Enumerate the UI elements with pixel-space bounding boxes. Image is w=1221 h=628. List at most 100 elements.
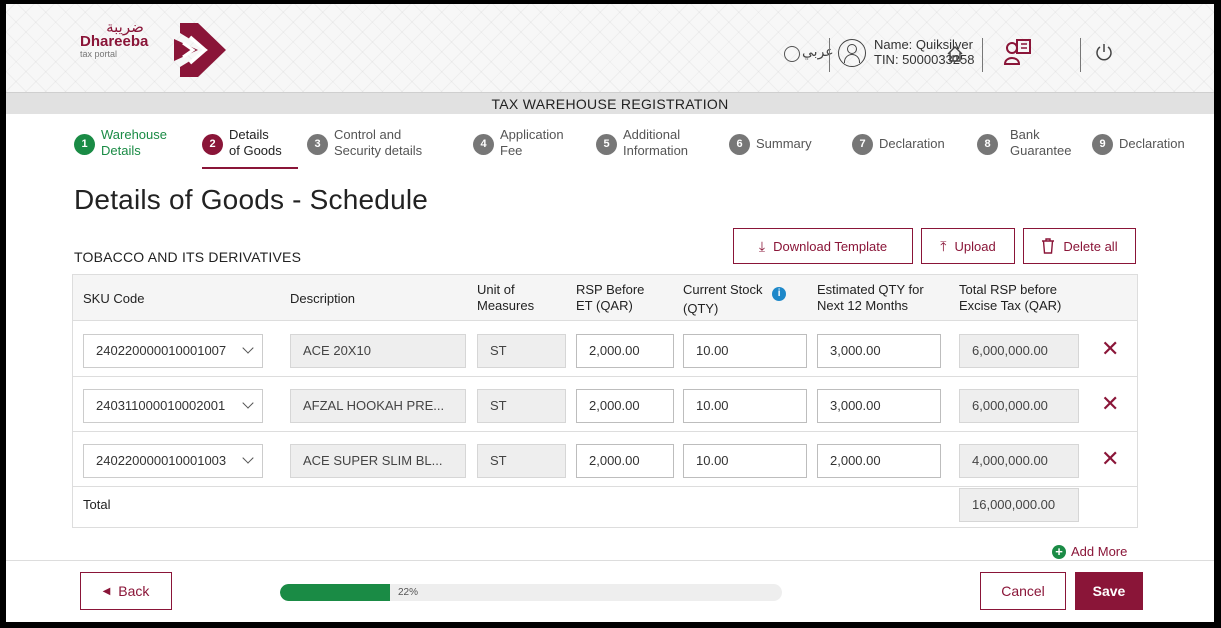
step-label: Application Fee	[500, 127, 564, 158]
upload-label: Upload	[954, 238, 996, 254]
rsp-input[interactable]: 2,000.00	[576, 334, 674, 368]
table-header: SKU Code Description Unit of Measures RSP…	[73, 275, 1137, 321]
step-number: 9	[1092, 134, 1113, 155]
step-label: Bank Guarantee	[1010, 127, 1072, 158]
progress-bar	[280, 584, 782, 601]
unit-field: ST	[477, 444, 566, 478]
delete-row-icon[interactable]: ✕	[1101, 394, 1119, 416]
progress-fill	[280, 584, 391, 601]
upload-button[interactable]: ⤒ Upload	[921, 228, 1015, 264]
save-button[interactable]: Save	[1075, 572, 1143, 610]
chevron-down-icon	[242, 397, 254, 409]
total-rsp-field: 6,000,000.00	[959, 334, 1079, 368]
rsp-input[interactable]: 2,000.00	[576, 444, 674, 478]
total-rsp-field: 6,000,000.00	[959, 389, 1079, 423]
column-header-estimated: Estimated QTY for Next 12 Months	[817, 282, 924, 313]
download-template-label: Download Template	[773, 238, 888, 254]
stock-input[interactable]: 10.00	[683, 334, 807, 368]
brand-name-arabic: ضريبة	[106, 18, 144, 36]
user-icon	[838, 39, 866, 67]
power-icon[interactable]	[1094, 42, 1114, 62]
cancel-button[interactable]: Cancel	[980, 572, 1066, 610]
bookmark-icon[interactable]	[1003, 38, 1033, 68]
header-divider	[829, 38, 830, 72]
caret-left-icon: ◀	[102, 585, 111, 597]
column-header-unit: Unit of Measures	[477, 282, 535, 313]
active-step-indicator	[202, 167, 298, 169]
page-banner: TAX WAREHOUSE REGISTRATION	[6, 92, 1214, 114]
header-divider	[982, 38, 983, 72]
download-icon: ⤓	[758, 237, 766, 254]
step-label: Control and Security details	[334, 127, 423, 158]
table-row: 240220000010001003 ACE SUPER SLIM BL... …	[73, 433, 1137, 487]
chevron-down-icon	[242, 342, 254, 354]
sku-select[interactable]: 240220000010001007	[83, 334, 263, 368]
column-header-description: Description	[290, 291, 356, 306]
brand-tagline: tax portal	[80, 49, 118, 59]
delete-all-label: Delete all	[1063, 238, 1118, 254]
unit-field: ST	[477, 334, 566, 368]
unit-field: ST	[477, 389, 566, 423]
table-row: 240311000010002001 AFZAL HOOKAH PRE... S…	[73, 378, 1137, 432]
header-divider	[1080, 38, 1081, 72]
step-number: 5	[596, 134, 617, 155]
back-button[interactable]: ◀ Back	[80, 572, 172, 610]
add-more-label: Add More	[1071, 544, 1128, 559]
description-field: ACE SUPER SLIM BL...	[290, 444, 466, 478]
total-row: Total 16,000,000.00	[73, 483, 1137, 527]
top-header: ضريبة Dhareeba tax portal عربي Name: Qui…	[6, 4, 1214, 92]
sku-select[interactable]: 240220000010001003	[83, 444, 263, 478]
brand-mark-icon	[174, 23, 226, 77]
column-header-rsp: RSP Before ET (QAR)	[576, 282, 645, 313]
progress-text: 22%	[398, 587, 419, 598]
description-field: AFZAL HOOKAH PRE...	[290, 389, 466, 423]
globe-icon[interactable]	[784, 46, 800, 62]
page-title: Details of Goods - Schedule	[74, 184, 429, 215]
grand-total-field: 16,000,000.00	[959, 488, 1079, 522]
goods-table: SKU Code Description Unit of Measures RSP…	[72, 274, 1138, 528]
stock-input[interactable]: 10.00	[683, 389, 807, 423]
step-number: 7	[852, 134, 873, 155]
brand-logo[interactable]: ضريبة Dhareeba tax portal	[80, 18, 170, 60]
app-frame: ضريبة Dhareeba tax portal عربي Name: Qui…	[6, 4, 1214, 622]
brand-name: Dhareeba	[80, 33, 149, 50]
upload-icon: ⤒	[940, 237, 947, 254]
column-header-total-rsp: Total RSP before Excise Tax (QAR)	[959, 282, 1062, 313]
step-number: 4	[473, 134, 494, 155]
delete-row-icon[interactable]: ✕	[1101, 449, 1119, 471]
estimated-qty-input[interactable]: 3,000.00	[817, 334, 941, 368]
step-number: 8	[977, 134, 998, 155]
rsp-input[interactable]: 2,000.00	[576, 389, 674, 423]
delete-all-button[interactable]: Delete all	[1023, 228, 1136, 264]
chevron-down-icon	[242, 452, 254, 464]
plus-icon: +	[1052, 544, 1066, 559]
table-row: 240220000010001007 ACE 20X10 ST 2,000.00…	[73, 323, 1137, 377]
total-rsp-field: 4,000,000.00	[959, 444, 1079, 478]
back-label: Back	[118, 583, 150, 599]
step-label: Additional Information	[623, 127, 689, 158]
column-header-stock: Current Stock i (QTY)	[683, 282, 787, 317]
estimated-qty-input[interactable]: 3,000.00	[817, 389, 941, 423]
description-field: ACE 20X10	[290, 334, 466, 368]
home-icon[interactable]	[946, 45, 964, 63]
section-label: TOBACCO AND ITS DERIVATIVES	[74, 249, 302, 265]
delete-row-icon[interactable]: ✕	[1101, 339, 1119, 361]
progress-stepper: 1 Warehouse Details 2 Details of Goods 3 C…	[6, 115, 1214, 169]
download-template-button[interactable]: ⤓ Download Template	[733, 228, 913, 264]
footer-divider	[6, 560, 1214, 561]
trash-icon	[1042, 238, 1055, 254]
step-label: Declaration	[879, 136, 945, 151]
step-number: 2	[202, 134, 223, 155]
step-label: Declaration	[1119, 136, 1185, 151]
step-label: Details of Goods	[229, 127, 282, 158]
stock-input[interactable]: 10.00	[683, 444, 807, 478]
add-more-button[interactable]: + Add More	[1052, 544, 1127, 559]
total-label: Total	[83, 497, 111, 512]
step-label: Warehouse Details	[101, 127, 167, 158]
estimated-qty-input[interactable]: 2,000.00	[817, 444, 941, 478]
step-number: 6	[729, 134, 750, 155]
step-number: 3	[307, 134, 328, 155]
info-icon[interactable]: i	[772, 287, 787, 301]
step-number: 1	[74, 134, 95, 155]
sku-select[interactable]: 240311000010002001	[83, 389, 263, 423]
